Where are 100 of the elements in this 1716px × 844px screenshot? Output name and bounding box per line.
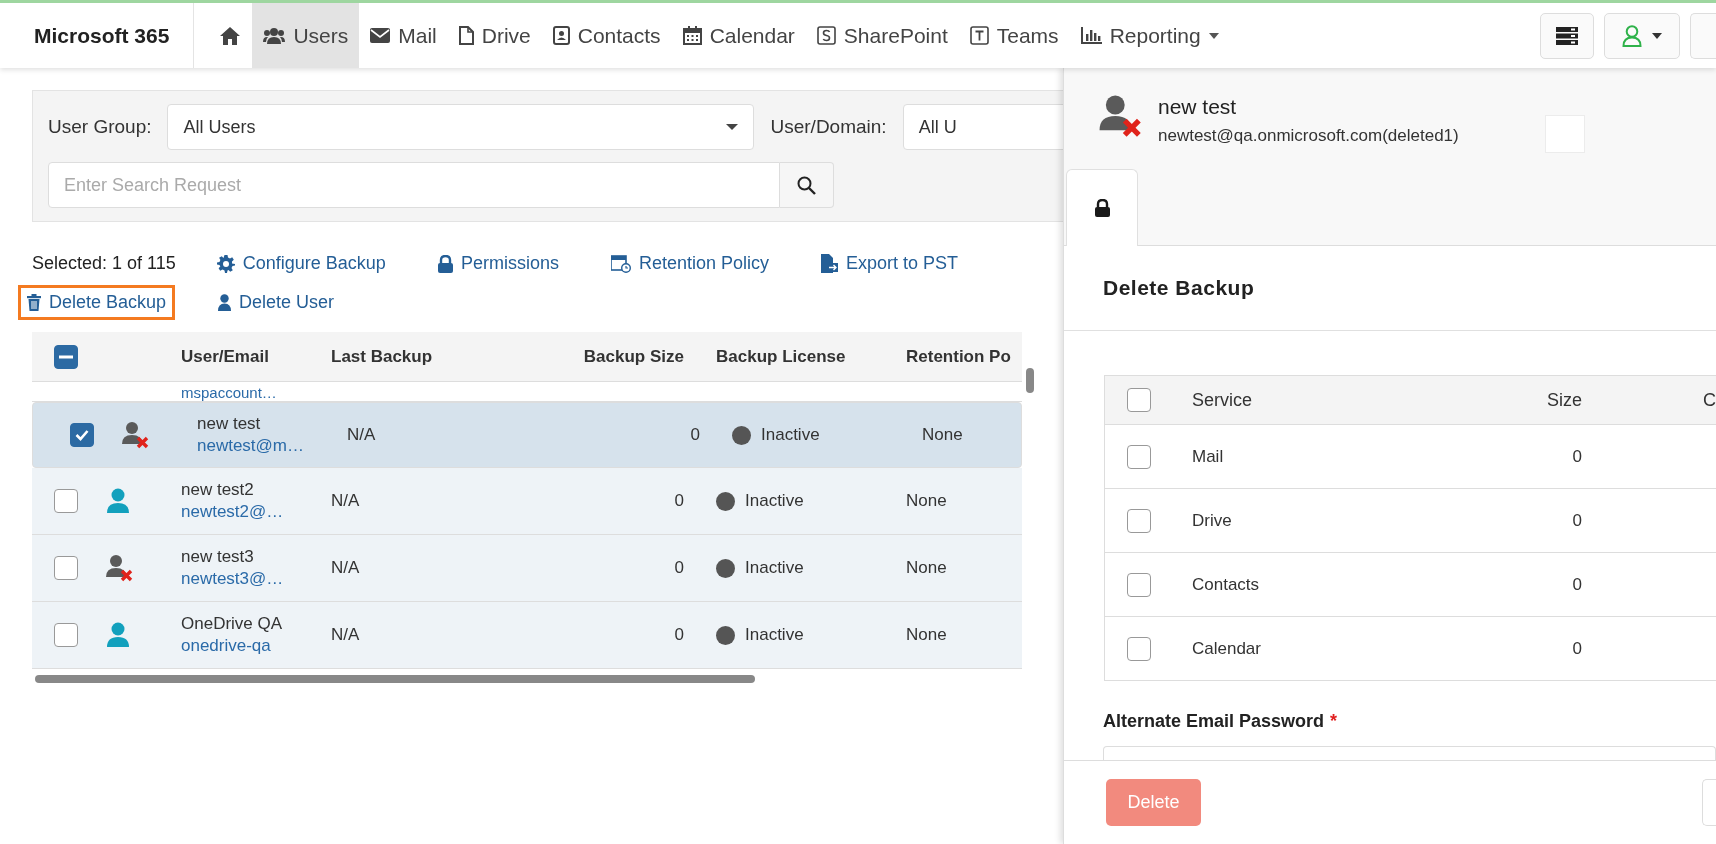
letter-s-square-icon (816, 26, 836, 45)
table-row[interactable]: new test3 newtest3@… N/A 0 Inactive None (32, 535, 1022, 602)
table-cell-text: 0 (673, 558, 684, 578)
nav-item[interactable]: Teams (958, 3, 1070, 68)
password-field[interactable] (1103, 746, 1716, 760)
deleted-user-icon (1098, 94, 1142, 138)
row-checkbox[interactable] (53, 556, 78, 580)
table-cell: Inactive (745, 491, 804, 511)
scrollbar-thumb[interactable] (1026, 368, 1034, 393)
table-cell-text: 0 (1571, 638, 1582, 659)
user-email: newtest@qa.onmicrosoft.com(deleted1) (1158, 126, 1459, 146)
user-email[interactable]: newtest@m… (197, 435, 339, 457)
action-link[interactable]: Retention Policy (601, 246, 778, 281)
user-group-dropdown[interactable]: All Users (167, 104, 755, 150)
table-cell-text: N/A (330, 558, 361, 578)
person-icon (218, 294, 232, 311)
status-dot-icon (716, 491, 735, 511)
select-all-checkbox[interactable] (1126, 388, 1151, 412)
account-menu-button[interactable] (1604, 12, 1680, 59)
column-header[interactable]: Retention Po (904, 346, 1036, 367)
column-header[interactable]: Service (1172, 389, 1492, 411)
table-cell-text: None (921, 425, 964, 445)
table-row[interactable]: new test newtest@m… N/A 0 Inactive None (32, 402, 1022, 468)
column-header[interactable]: User/Email (181, 346, 323, 367)
user-name: OneDrive QA (181, 613, 284, 635)
table-cell-text: None (905, 625, 948, 645)
nav-item[interactable]: Drive (447, 3, 542, 68)
table-row[interactable]: new test2 newtest2@… N/A 0 Inactive None (32, 468, 1022, 535)
table-cell-text: 0 (673, 491, 684, 511)
user-email[interactable]: onedrive-qa (181, 635, 323, 657)
table-cell: Inactive (745, 625, 804, 645)
column-header[interactable]: C (1703, 389, 1716, 411)
home-icon (219, 25, 242, 46)
service-checkbox[interactable] (1126, 444, 1151, 469)
table-cell-text: None (905, 558, 948, 578)
trash-icon (27, 294, 41, 311)
table-cell-text: N/A (330, 625, 361, 645)
column-header[interactable]: Backup Size (513, 346, 684, 367)
document-export-icon (821, 254, 838, 273)
table-cell-text: Mail (1191, 446, 1225, 467)
service-checkbox[interactable] (1126, 636, 1151, 661)
action-link[interactable]: Permissions (428, 246, 568, 281)
field-label: User Group: (48, 116, 152, 138)
user-email[interactable]: mspaccount… (181, 384, 323, 401)
table-cell-text: 0 (673, 625, 684, 645)
scrollbar-thumb[interactable] (35, 675, 755, 683)
row-checkbox[interactable] (53, 623, 78, 647)
deleted-user-icon (105, 554, 133, 582)
table-cell-text: 0 (1571, 510, 1582, 531)
user-email[interactable]: newtest2@… (181, 501, 323, 523)
action-link[interactable]: Delete User (209, 285, 344, 320)
service-checkbox[interactable] (1126, 508, 1151, 533)
user-name: new test (197, 413, 262, 435)
table-cell: Inactive (761, 425, 820, 445)
user-name: new test2 (181, 479, 255, 501)
nav-item[interactable]: Mail (359, 3, 448, 68)
column-header[interactable]: Size (1492, 389, 1582, 411)
status-dot-icon (716, 558, 735, 578)
users-icon (263, 26, 286, 45)
table-row[interactable]: OneDrive QA onedrive-qa N/A 0 Inactive None (32, 602, 1022, 669)
letter-t-square-icon (969, 26, 989, 45)
table-cell-text: 0 (689, 425, 700, 445)
search-field[interactable]: Enter Search Request (48, 162, 780, 208)
column-header[interactable]: Backup License (684, 346, 904, 367)
file-icon (458, 26, 474, 45)
table-cell: Inactive (745, 558, 804, 578)
user-outline-icon (1622, 24, 1642, 47)
lock-icon (437, 254, 453, 273)
nav-item[interactable]: Calendar (671, 3, 806, 68)
server-list-button[interactable] (1540, 12, 1594, 59)
row-checkbox[interactable] (69, 423, 94, 447)
user-domain-dropdown[interactable]: All U (902, 104, 1063, 150)
required-mark: * (1330, 711, 1338, 732)
bar-chart-icon (1080, 27, 1102, 44)
user-email[interactable]: newtest3@… (181, 568, 323, 590)
nav-item[interactable]: SharePoint (805, 3, 959, 68)
action-link[interactable]: Configure Backup (207, 246, 395, 281)
caret-icon (1208, 32, 1219, 39)
table-cell-text: N/A (346, 425, 377, 445)
field-label: User/Domain: (770, 116, 887, 138)
nav-item[interactable]: Users (252, 3, 360, 68)
column-header[interactable]: Last Backup (323, 346, 513, 367)
table-cell-text: None (905, 491, 948, 511)
table-cell-text: 0 (1571, 574, 1582, 595)
user-name: new test (1158, 94, 1238, 120)
app-title: Microsoft 365 (0, 3, 195, 68)
row-checkbox[interactable] (53, 489, 78, 513)
select-all-checkbox[interactable] (53, 344, 78, 369)
table-cell-text: N/A (330, 491, 361, 511)
selection-count: Selected: 1 of 115 (31, 253, 176, 274)
table-cell-text: 0 (1571, 446, 1582, 467)
search-button[interactable] (780, 162, 834, 208)
field-label: Alternate Email Password (1103, 711, 1325, 732)
nav-item[interactable]: Reporting (1069, 3, 1230, 68)
action-link[interactable]: Export to PST (812, 246, 968, 281)
nav-item[interactable]: Contacts (541, 3, 672, 68)
service-checkbox[interactable] (1126, 572, 1151, 597)
tab[interactable] (1066, 169, 1138, 246)
action-link[interactable]: Delete Backup (18, 285, 176, 320)
server-list-icon (1556, 26, 1578, 45)
